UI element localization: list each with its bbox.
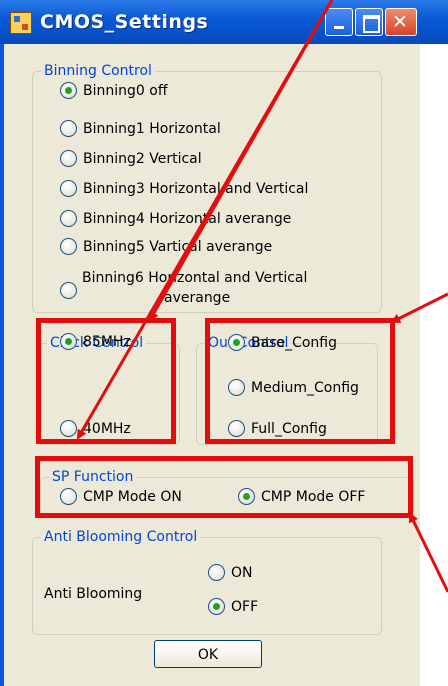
radio-label: Binning0 off <box>83 82 168 99</box>
highlight-box-clock <box>36 318 176 444</box>
anti-blooming-label: Anti Blooming <box>44 586 143 602</box>
binning-control-title: Binning Control <box>41 62 155 80</box>
radio-button[interactable] <box>60 238 77 255</box>
maximize-icon <box>363 15 380 33</box>
ok-button[interactable]: OK <box>154 640 262 668</box>
minimize-icon <box>334 26 344 29</box>
window-title: CMOS_Settings <box>40 11 209 33</box>
highlight-box-out <box>205 318 395 444</box>
radio-button[interactable] <box>60 180 77 197</box>
radio-button[interactable] <box>60 150 77 167</box>
anti-blooming-title: Anti Blooming Control <box>41 528 201 546</box>
close-icon: ✕ <box>392 11 408 33</box>
radio-binning6-label-line1: Binning6 Horizontal and Vertical <box>82 270 308 286</box>
radio-button[interactable] <box>60 120 77 137</box>
radio-anti-on[interactable]: ON <box>208 564 253 581</box>
app-icon <box>10 12 32 34</box>
radio-binning6-label-line2: averange <box>164 290 231 306</box>
radio-button[interactable] <box>60 82 77 99</box>
minimize-button[interactable] <box>325 8 353 36</box>
radio-binning1[interactable]: Binning1 Horizontal <box>60 120 221 137</box>
radio-label: Binning2 Vertical <box>83 150 202 167</box>
radio-binning4[interactable]: Binning4 Horizontal averange <box>60 210 291 227</box>
radio-button[interactable] <box>208 564 225 581</box>
radio-binning3[interactable]: Binning3 Horizontal and Vertical <box>60 180 308 197</box>
radio-label: OFF <box>231 598 259 615</box>
background-strip <box>420 44 448 686</box>
radio-binning6[interactable] <box>60 282 77 299</box>
title-bar[interactable]: CMOS_Settings ✕ <box>0 0 448 44</box>
radio-label: Binning1 Horizontal <box>83 120 221 137</box>
radio-label: Binning3 Horizontal and Vertical <box>83 180 309 197</box>
radio-binning5[interactable]: Binning5 Vartical averange <box>60 238 272 255</box>
radio-binning2[interactable]: Binning2 Vertical <box>60 150 202 167</box>
radio-label: ON <box>231 564 253 581</box>
radio-label: Binning4 Horizontal averange <box>83 210 292 227</box>
radio-label: Binning5 Vartical averange <box>83 238 273 255</box>
cmos-settings-window: CMOS_Settings ✕ Binning Control Binning0… <box>0 0 448 686</box>
highlight-box-sp <box>35 456 413 518</box>
maximize-button[interactable] <box>355 8 383 36</box>
radio-button[interactable] <box>60 282 77 299</box>
radio-button[interactable] <box>208 598 225 615</box>
radio-anti-off[interactable]: OFF <box>208 598 258 615</box>
radio-binning0[interactable]: Binning0 off <box>60 82 167 99</box>
radio-button[interactable] <box>60 210 77 227</box>
close-button[interactable]: ✕ <box>385 8 417 36</box>
